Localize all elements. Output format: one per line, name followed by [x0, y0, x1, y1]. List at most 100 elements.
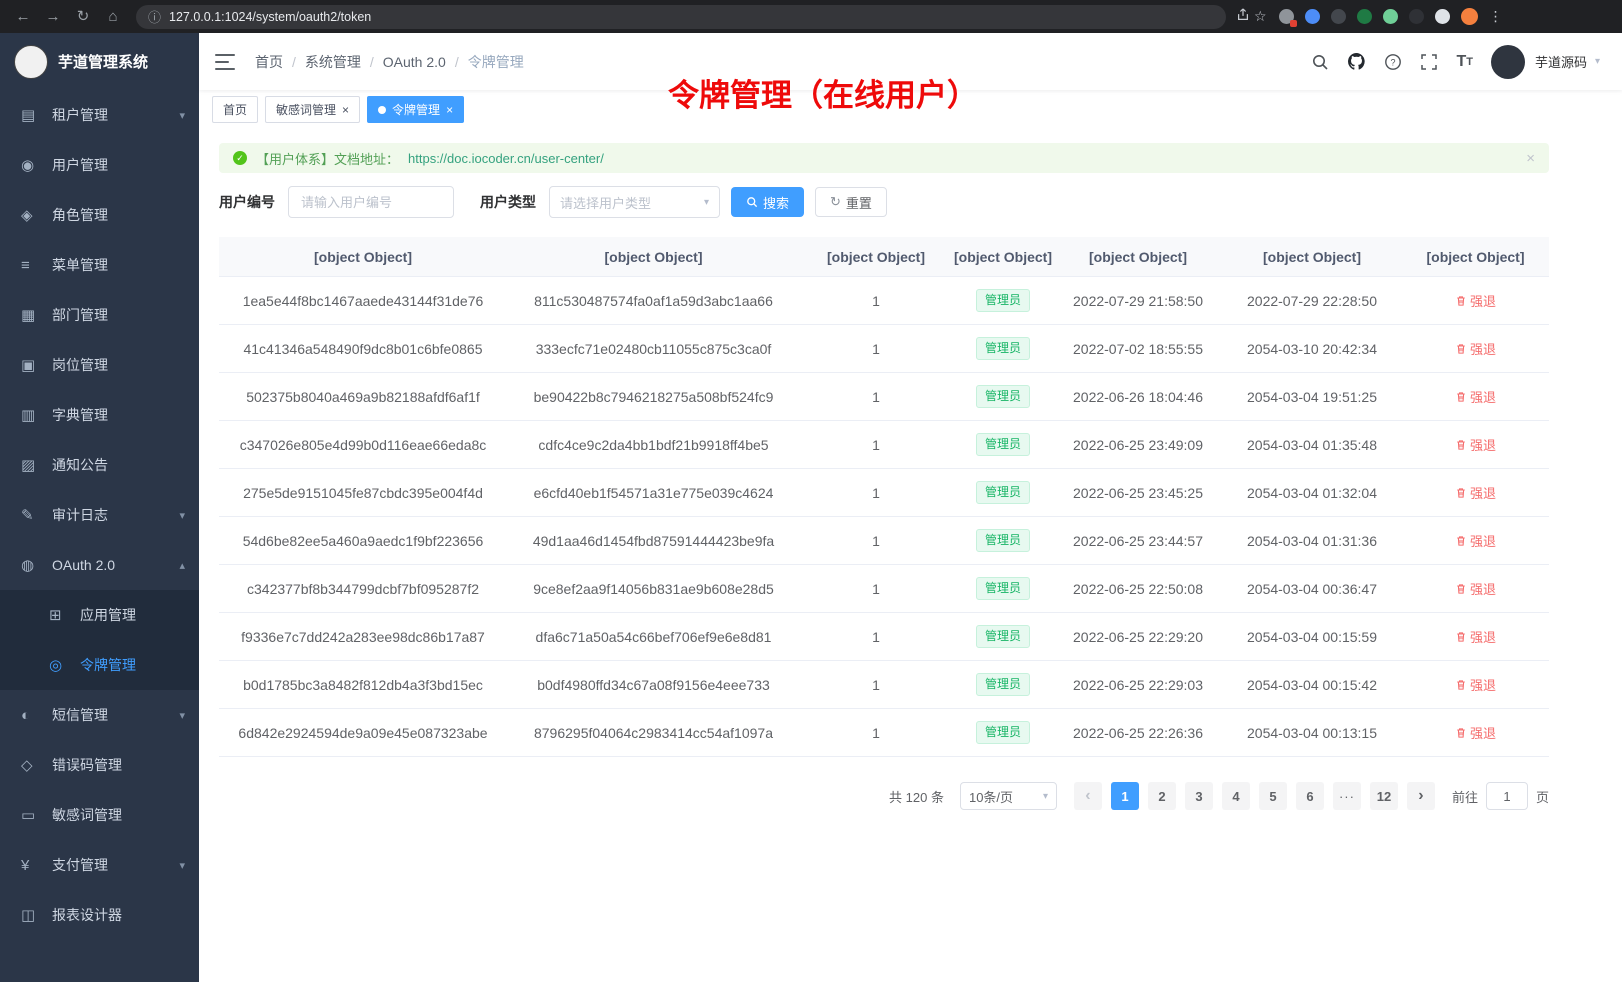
sidebar-item-audit-log[interactable]: ✎ 审计日志 ▾: [0, 490, 199, 540]
page-size-select[interactable]: 10条/页 ▾: [960, 782, 1057, 810]
github-icon[interactable]: [1347, 52, 1366, 71]
tab-token[interactable]: 令牌管理 ×: [367, 96, 464, 123]
expire-time-cell: 2054-03-04 19:51:25: [1222, 389, 1402, 405]
post-icon: ▣: [21, 356, 45, 374]
browser-menu-icon[interactable]: ⋮: [1489, 8, 1503, 25]
force-logout-button[interactable]: 强退: [1455, 627, 1496, 646]
collapse-sidebar-icon[interactable]: [215, 54, 235, 70]
extension-icon-4[interactable]: [1357, 9, 1372, 24]
breadcrumb-oauth[interactable]: / OAuth 2.0: [370, 54, 446, 70]
extension-icon-7[interactable]: [1435, 9, 1450, 24]
sidebar-item-report-designer[interactable]: ◫ 报表设计器: [0, 890, 199, 940]
create-time-cell: 2022-07-02 18:55:55: [1054, 341, 1222, 357]
force-logout-button[interactable]: 强退: [1455, 435, 1496, 454]
chevron-icon: ▾: [179, 859, 185, 872]
force-logout-button[interactable]: 强退: [1455, 291, 1496, 310]
refresh-token-cell: 333ecfc71e02480cb11055c875c3ca0f: [507, 341, 800, 357]
payment-icon: ¥: [21, 857, 45, 874]
user-type-select[interactable]: 请选择用户类型 ▾: [549, 186, 720, 218]
goto-page-input[interactable]: [1486, 782, 1528, 810]
sidebar-item-error-code[interactable]: ◇ 错误码管理: [0, 740, 199, 790]
sidebar-item-tenant[interactable]: ▤ 租户管理 ▾: [0, 90, 199, 140]
page-number-button[interactable]: 6: [1296, 782, 1324, 810]
font-size-icon[interactable]: TT: [1456, 53, 1473, 71]
prev-page-button[interactable]: ‹: [1074, 782, 1102, 810]
breadcrumb-system[interactable]: / 系统管理: [292, 52, 361, 72]
site-info-icon[interactable]: ⓘ: [148, 7, 161, 26]
sidebar-item-menu[interactable]: ≡ 菜单管理: [0, 240, 199, 290]
table-row: 6d842e2924594de9a09e45e087323abe 8796295…: [219, 709, 1549, 757]
search-button[interactable]: 搜索: [731, 187, 804, 217]
reset-button[interactable]: ↻ 重置: [815, 187, 887, 217]
force-logout-button[interactable]: 强退: [1455, 579, 1496, 598]
force-logout-button[interactable]: 强退: [1455, 483, 1496, 502]
user-avatar[interactable]: [1491, 45, 1525, 79]
dept-tree-icon: ▦: [21, 306, 45, 324]
browser-profile-avatar[interactable]: [1461, 8, 1478, 25]
fullscreen-icon[interactable]: [1420, 53, 1438, 71]
force-logout-button[interactable]: 强退: [1455, 339, 1496, 358]
sidebar-item-oauth2[interactable]: ◍ OAuth 2.0 ▴: [0, 540, 199, 590]
expire-time-cell: 2054-03-04 01:32:04: [1222, 485, 1402, 501]
reset-icon: ↻: [830, 194, 841, 210]
sidebar-item-dept[interactable]: ▦ 部门管理: [0, 290, 199, 340]
menu-item-label: 字典管理: [52, 405, 108, 425]
tab-sensitive-word[interactable]: 敏感词管理 ×: [265, 96, 360, 123]
extension-icon-1[interactable]: [1279, 9, 1294, 24]
sidebar-item-post[interactable]: ▣ 岗位管理: [0, 340, 199, 390]
sidebar-item-payment[interactable]: ¥ 支付管理 ▾: [0, 840, 199, 890]
user-type-badge: 管理员: [976, 625, 1030, 647]
user-name[interactable]: 芋道源码: [1535, 52, 1587, 71]
access-token-cell: 1ea5e44f8bc1467aaede43144f31de76: [219, 293, 507, 309]
table-row: 502375b8040a469a9b82188afdf6af1f be90422…: [219, 373, 1549, 421]
sidebar-logo-row[interactable]: 芋道管理系统: [0, 33, 199, 90]
force-logout-button[interactable]: 强退: [1455, 723, 1496, 742]
tab-home[interactable]: 首页: [212, 96, 258, 123]
page-number-button[interactable]: 2: [1148, 782, 1176, 810]
menu-item-label: 报表设计器: [52, 905, 122, 925]
address-bar[interactable]: ⓘ 127.0.0.1:1024/system/oauth2/token: [136, 5, 1226, 29]
browser-reload-button[interactable]: ↻: [70, 5, 96, 29]
sidebar-item-role[interactable]: ◈ 角色管理: [0, 190, 199, 240]
sms-icon: ◐: [21, 707, 45, 724]
search-icon[interactable]: [1311, 53, 1329, 71]
page-number-button[interactable]: 1: [1111, 782, 1139, 810]
user-menu-caret-icon[interactable]: ▾: [1595, 56, 1600, 67]
page-number-button[interactable]: 5: [1259, 782, 1287, 810]
sidebar-item-app-mgmt[interactable]: ⊞ 应用管理: [0, 590, 199, 640]
goto-label: 前往: [1452, 787, 1478, 806]
alert-doc-link[interactable]: https://doc.iocoder.cn/user-center/: [408, 151, 604, 166]
breadcrumb-home[interactable]: 首页: [255, 52, 283, 72]
extension-icon-2[interactable]: [1305, 9, 1320, 24]
extension-icon-3[interactable]: [1331, 9, 1346, 24]
sidebar-item-sensitive-word[interactable]: ▭ 敏感词管理: [0, 790, 199, 840]
page-number-button[interactable]: 12: [1370, 782, 1398, 810]
next-page-button[interactable]: ›: [1407, 782, 1435, 810]
tab-close-icon[interactable]: ×: [446, 103, 453, 117]
user-id-input[interactable]: [288, 186, 454, 218]
sidebar-item-token-mgmt[interactable]: ◎ 令牌管理: [0, 640, 199, 690]
browser-forward-button[interactable]: →: [40, 5, 66, 29]
extension-icon-5[interactable]: [1383, 9, 1398, 24]
tab-close-icon[interactable]: ×: [342, 103, 349, 117]
share-icon[interactable]: [1236, 8, 1250, 25]
browser-back-button[interactable]: ←: [10, 5, 36, 29]
force-logout-button[interactable]: 强退: [1455, 387, 1496, 406]
column-header: [object Object]: [952, 249, 1054, 265]
help-icon[interactable]: ?: [1384, 53, 1402, 71]
sidebar-item-user[interactable]: ◉ 用户管理: [0, 140, 199, 190]
access-token-cell: 275e5de9151045fe87cbdc395e004f4d: [219, 485, 507, 501]
force-logout-button[interactable]: 强退: [1455, 675, 1496, 694]
force-logout-button[interactable]: 强退: [1455, 531, 1496, 550]
menu-item-label: 令牌管理: [80, 655, 136, 675]
bookmark-star-icon[interactable]: ☆: [1254, 8, 1267, 25]
alert-close-icon[interactable]: ×: [1526, 150, 1535, 167]
sidebar-item-sms[interactable]: ◐ 短信管理 ▾: [0, 690, 199, 740]
sidebar-item-dict[interactable]: ▥ 字典管理: [0, 390, 199, 440]
sidebar-item-notice[interactable]: ▨ 通知公告: [0, 440, 199, 490]
browser-home-button[interactable]: ⌂: [100, 5, 126, 29]
page-number-button[interactable]: ···: [1333, 782, 1361, 810]
page-number-button[interactable]: 3: [1185, 782, 1213, 810]
page-number-button[interactable]: 4: [1222, 782, 1250, 810]
extension-icon-6[interactable]: [1409, 9, 1424, 24]
